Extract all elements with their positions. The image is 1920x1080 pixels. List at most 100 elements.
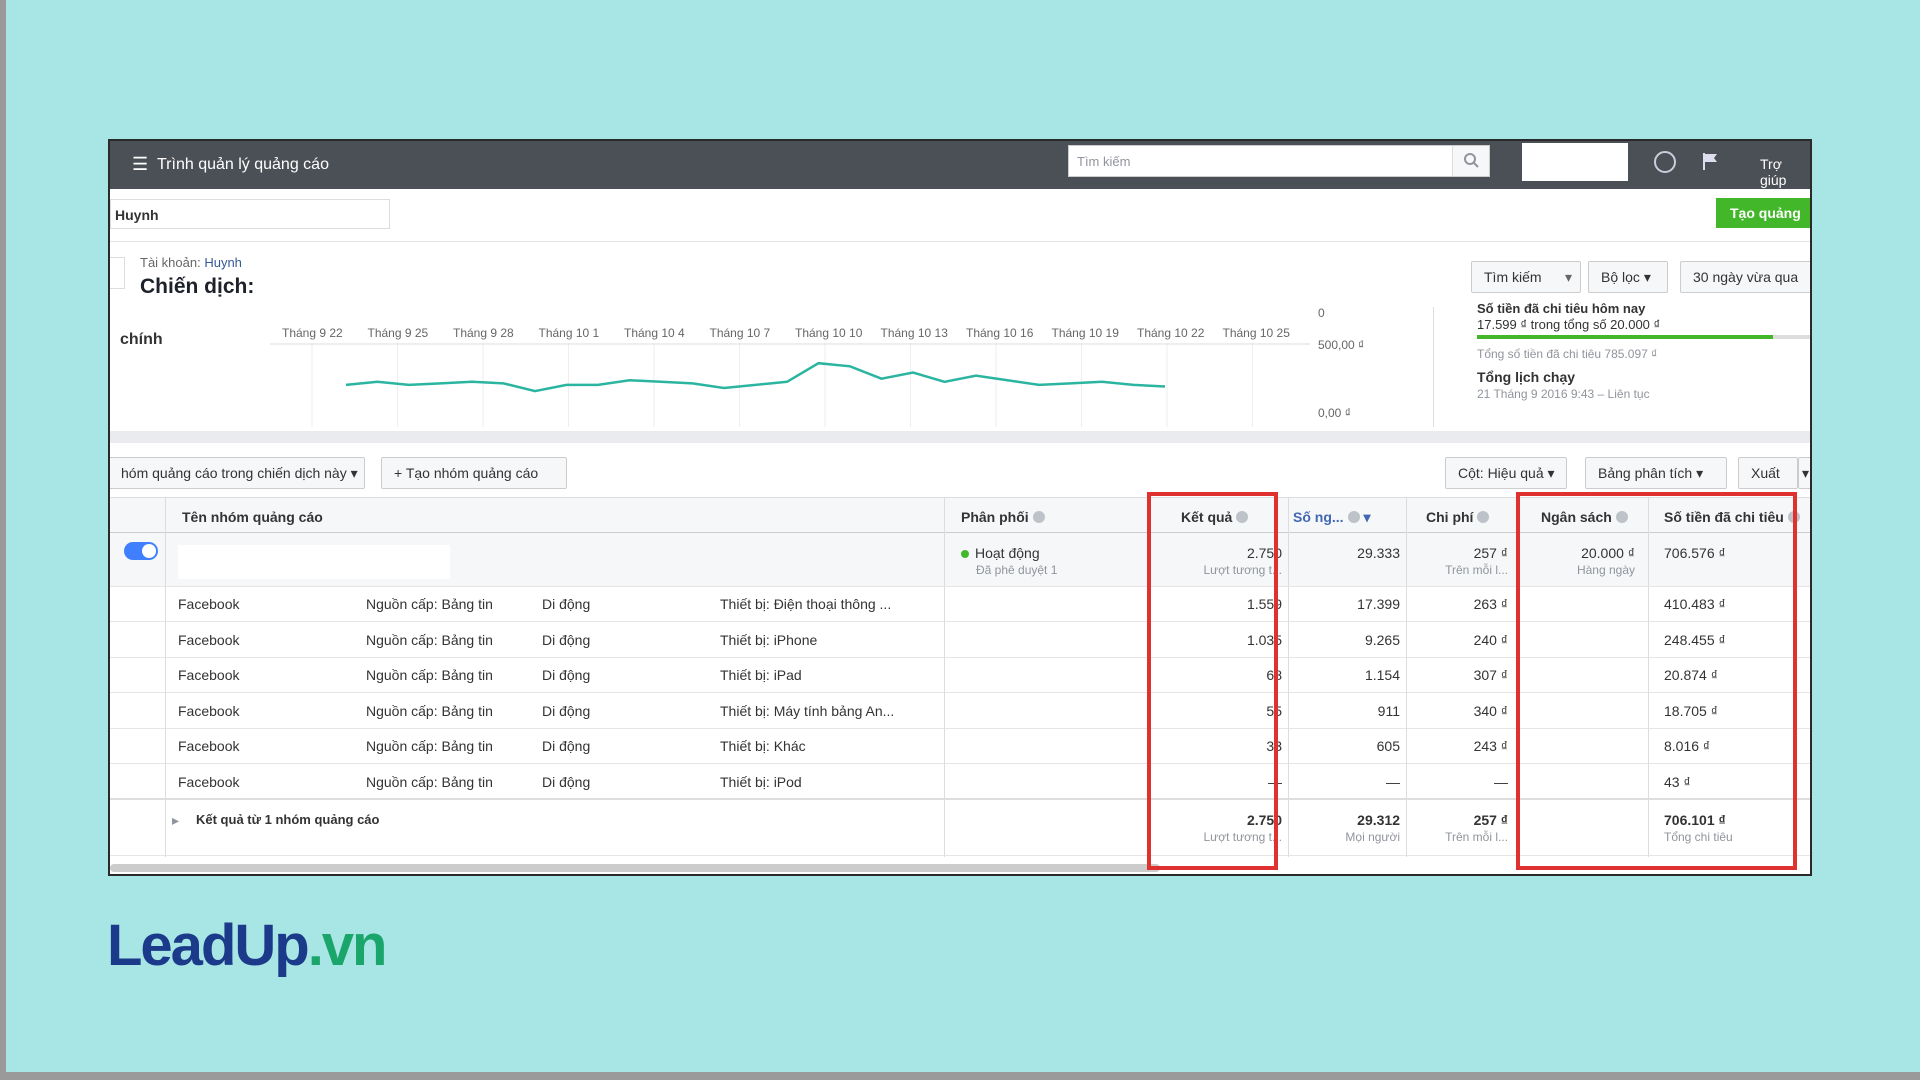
export-button[interactable]: Xuất <box>1738 457 1798 489</box>
row-reach: — <box>1386 773 1400 790</box>
delivery-sub: Đã phê duyệt 1 <box>976 563 1058 577</box>
x-tick-label: Tháng 10 4 <box>624 326 685 340</box>
search-button[interactable] <box>1452 146 1489 176</box>
menu-icon[interactable]: ☰ <box>132 154 148 175</box>
col-cost[interactable]: Chi phí <box>1426 509 1490 525</box>
search-input[interactable] <box>1069 146 1459 176</box>
search-filter-label: Tìm kiếm <box>1484 269 1542 285</box>
cost-sub: Trên mỗi l... <box>1445 563 1508 577</box>
row-device: Di động <box>542 702 591 719</box>
adset-scope-dropdown[interactable]: hóm quảng cáo trong chiến dịch này ▾ <box>110 457 365 489</box>
search-filter-button[interactable]: Tìm kiếm ▾ <box>1471 261 1581 293</box>
top-nav-bar: ☰ Trình quản lý quảng cáo Trợ giúp <box>110 141 1810 189</box>
date-range-button[interactable]: 30 ngày vừa qua <box>1680 261 1810 293</box>
breakdown-label: Bảng phân tích <box>1598 465 1693 481</box>
row-detail: Thiết bị: Máy tính bảng An... <box>720 702 895 719</box>
account-bar: Huynh Tạo quảng <box>110 189 1810 242</box>
col-divider <box>944 497 945 857</box>
filter-label: Bộ lọc <box>1601 269 1640 285</box>
row-cost: 240 ₫ <box>1473 631 1508 648</box>
adset-toggle[interactable] <box>124 542 158 560</box>
table-toolbar: hóm quảng cáo trong chiến dịch này ▾ + T… <box>110 453 1810 493</box>
export-options-toggle[interactable]: ▾ <box>1798 457 1810 489</box>
today-spend-progress-fill <box>1477 335 1773 339</box>
logo-suffix: .vn <box>307 913 388 978</box>
flag-icon[interactable] <box>1700 151 1720 171</box>
create-adset-label: Tạo nhóm quảng cáo <box>405 465 539 481</box>
row-device: Di động <box>542 773 591 790</box>
breadcrumb: Tài khoản: Huynh <box>140 255 242 270</box>
breadcrumb-account-link[interactable]: Huynh <box>204 255 242 270</box>
schedule-label: Tổng lịch chạy <box>1477 369 1576 385</box>
today-spend-progress <box>1477 335 1810 339</box>
col-reach[interactable]: Số ng... ▾ <box>1293 509 1370 526</box>
col-cost-label: Chi phí <box>1426 509 1474 525</box>
x-tick-label: Tháng 10 7 <box>710 326 771 340</box>
search-box <box>1068 145 1490 177</box>
row-cost: 243 ₫ <box>1473 738 1508 754</box>
col-name[interactable]: Tên nhóm quảng cáo <box>182 509 323 525</box>
chevron-down-icon: ▾ <box>1564 269 1572 285</box>
row-placement: Nguồn cấp: Bảng tin <box>366 773 493 790</box>
total-cost: 257 ₫ <box>1473 812 1508 828</box>
total-spent: Tổng số tiền đã chi tiêu 785.097 ₫ <box>1477 347 1658 361</box>
account-selector[interactable]: Huynh <box>110 199 390 229</box>
columns-label: Cột: Hiệu quả <box>1458 465 1544 481</box>
help-link[interactable]: Trợ giúp <box>1760 156 1810 188</box>
globe-icon[interactable] <box>1654 151 1676 173</box>
chevron-down-icon: ▾ <box>350 465 358 481</box>
y-tick-label: 0,00 ₫ <box>1318 406 1351 420</box>
adset-name-redacted <box>178 545 450 579</box>
collapse-toggle[interactable] <box>110 257 125 289</box>
row-platform: Facebook <box>178 631 240 648</box>
reach-value: 29.333 <box>1357 545 1400 561</box>
expand-icon[interactable]: ▸ <box>172 812 179 829</box>
total-reach-sub: Mọi người <box>1345 830 1400 844</box>
horizontal-scrollbar[interactable] <box>110 864 1160 872</box>
row-detail: Thiết bị: iPhone <box>720 631 818 648</box>
x-tick-label: Tháng 9 22 <box>282 326 343 340</box>
row-placement: Nguồn cấp: Bảng tin <box>366 702 493 719</box>
spend-summary: Số tiền đã chi tiêu hôm nay 17.599 ₫ tro… <box>1455 301 1810 431</box>
breakdown-dropdown[interactable]: Bảng phân tích ▾ <box>1585 457 1727 489</box>
row-detail: Thiết bị: Điện thoại thông ... <box>720 596 892 612</box>
y-tick-label: 500,00 ₫ <box>1318 338 1364 352</box>
app-title: Trình quản lý quảng cáo <box>157 156 329 173</box>
col-delivery-label: Phân phối <box>961 509 1029 525</box>
row-reach: 605 <box>1376 738 1400 754</box>
row-cost: 307 ₫ <box>1473 667 1508 683</box>
x-tick-label: Tháng 10 25 <box>1223 326 1291 340</box>
row-cost: 340 ₫ <box>1473 702 1508 719</box>
col-divider <box>1406 497 1407 857</box>
row-platform: Facebook <box>178 596 240 612</box>
delivery-status-label: Hoạt động <box>975 545 1040 561</box>
breadcrumb-label: Tài khoản: <box>140 255 201 270</box>
chevron-down-icon: ▾ <box>1802 465 1810 481</box>
total-reach: 29.312 <box>1357 812 1400 828</box>
highlight-budget-spent-columns <box>1516 492 1797 870</box>
row-detail: Thiết bị: Khác <box>720 738 806 754</box>
info-icon <box>1477 511 1490 523</box>
x-tick-label: Tháng 9 28 <box>453 326 514 340</box>
x-tick-label: Tháng 10 10 <box>795 326 863 340</box>
toggle-knob <box>142 544 156 558</box>
chevron-down-icon: ▾ <box>1547 465 1555 481</box>
row-cost: — <box>1494 773 1508 790</box>
row-detail: Thiết bị: iPad <box>720 667 802 683</box>
account-switcher[interactable] <box>1522 143 1628 181</box>
create-ad-button[interactable]: Tạo quảng <box>1716 198 1810 228</box>
row-platform: Facebook <box>178 738 240 754</box>
row-cost: 263 ₫ <box>1473 596 1508 612</box>
leadup-logo: LeadUp.vn <box>107 912 388 979</box>
page-title: Chiến dịch: <box>140 275 255 298</box>
today-spend-value: 17.599 ₫ trong tổng số 20.000 ₫ <box>1477 317 1661 332</box>
create-adset-button[interactable]: + Tạo nhóm quảng cáo <box>381 457 567 489</box>
adset-scope-label: hóm quảng cáo trong chiến dịch này <box>121 465 347 481</box>
chart-side-label: chính <box>120 331 163 348</box>
filter-button[interactable]: Bộ lọc ▾ <box>1588 261 1668 293</box>
chevron-down-icon: ▾ <box>1696 465 1704 481</box>
col-delivery[interactable]: Phân phối <box>961 509 1045 525</box>
x-tick-label: Tháng 10 22 <box>1137 326 1205 340</box>
columns-dropdown[interactable]: Cột: Hiệu quả ▾ <box>1445 457 1567 489</box>
x-tick-label: Tháng 10 13 <box>881 326 949 340</box>
